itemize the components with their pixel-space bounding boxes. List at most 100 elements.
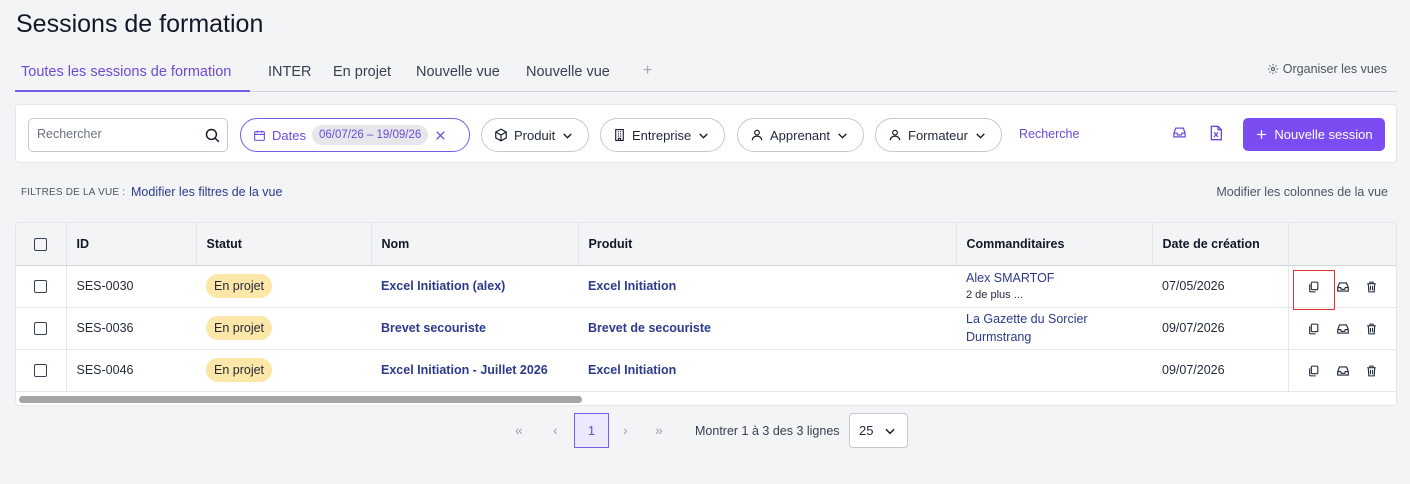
new-session-button[interactable]: Nouvelle session [1243,118,1385,151]
active-tab-indicator [15,90,250,92]
search-input[interactable] [37,127,197,141]
column-header-date-creation[interactable]: Date de création [1152,223,1289,266]
session-id: SES-0046 [66,349,196,392]
table-row: SES-0036 En projet Brevet secouriste Bre… [16,307,1396,350]
chevron-down-icon [563,132,572,139]
row-checkbox[interactable] [34,322,48,336]
row-select-cell [16,307,67,350]
column-header-commanditaires[interactable]: Commanditaires [956,223,1153,266]
organize-views-button[interactable]: Organiser les vues [1267,62,1387,76]
session-id: SES-0036 [66,307,196,350]
chevron-down-icon [699,132,709,139]
sponsors-cell: La Gazette du Sorcier Durmstrang [956,307,1152,350]
page-size-select[interactable]: 25 [849,413,908,448]
row-select-cell [16,265,67,308]
product-cell: Excel Initiation [578,349,956,392]
tab-nouvelle-vue-1[interactable]: Nouvelle vue [416,64,500,80]
inbox-icon[interactable] [1172,125,1187,140]
user-icon [751,129,763,141]
add-view-button[interactable]: + [643,62,652,80]
row-actions [1287,307,1396,350]
chevron-down-icon [885,428,896,434]
first-page-button[interactable]: « [515,422,523,438]
chevron-down-icon [976,132,985,139]
table-header-row: ID Statut Nom Produit Commanditaires Dat… [16,223,1396,266]
inbox-icon[interactable] [1336,364,1350,378]
pagination-info: Montrer 1 à 3 des 3 lignes [695,424,840,438]
formateur-filter-chip[interactable]: Formateur [875,118,1002,152]
gear-icon [1267,64,1278,74]
copy-icon[interactable] [1307,322,1320,336]
sponsor-link[interactable]: La Gazette du Sorcier [966,310,1152,328]
row-checkbox[interactable] [34,364,48,378]
sponsor-more-link[interactable]: 2 de plus ... [966,287,1152,303]
product-link[interactable]: Excel Initiation [588,279,676,293]
tab-en-projet[interactable]: En projet [333,64,391,80]
modify-view-columns-link[interactable]: Modifier les colonnes de la vue [1216,185,1388,199]
sponsor-link[interactable]: Durmstrang [966,328,1152,346]
select-all-checkbox[interactable] [34,237,48,251]
session-id: SES-0030 [66,265,196,308]
next-page-button[interactable]: › [623,422,628,438]
tab-nouvelle-vue-2[interactable]: Nouvelle vue [526,64,610,80]
pagination: « ‹ 1 › » Montrer 1 à 3 des 3 lignes 25 [0,413,1410,449]
excel-file-icon[interactable] [1209,125,1223,141]
copy-icon[interactable] [1307,364,1320,378]
calendar-icon [254,130,265,141]
trash-icon[interactable] [1365,322,1378,336]
row-actions [1287,265,1396,310]
session-name-link[interactable]: Excel Initiation (alex) [381,279,505,293]
session-name-cell: Excel Initiation - Juillet 2026 [371,349,578,392]
column-header-nom[interactable]: Nom [371,223,579,266]
produit-filter-label: Produit [514,127,556,143]
inbox-icon[interactable] [1336,322,1350,336]
page-title: Sessions de formation [16,10,264,38]
session-name-link[interactable]: Excel Initiation - Juillet 2026 [381,363,548,377]
trash-icon[interactable] [1365,280,1378,294]
organize-views-label: Organiser les vues [1282,62,1387,76]
column-header-statut[interactable]: Statut [196,223,372,266]
tab-toutes-les-sessions[interactable]: Toutes les sessions de formation [21,64,231,80]
horizontal-scrollbar[interactable] [19,396,582,403]
status-badge: En projet [206,358,273,382]
chevron-down-icon [838,132,847,139]
dates-filter-chip[interactable]: Dates 06/07/26 – 19/09/26 [240,118,470,152]
entreprise-filter-chip[interactable]: Entreprise [600,118,725,152]
formateur-filter-label: Formateur [908,127,968,143]
previous-page-button[interactable]: ‹ [553,422,558,438]
building-icon [615,129,624,141]
copy-icon[interactable] [1307,280,1320,294]
session-name-link[interactable]: Brevet secouriste [381,321,486,335]
recherche-link[interactable]: Recherche [1019,127,1079,141]
column-header-id[interactable]: ID [66,223,197,266]
tab-inter[interactable]: INTER [268,64,312,80]
entreprise-filter-label: Entreprise [632,127,692,143]
sponsor-link[interactable]: Alex SMARTOF [966,269,1152,287]
close-icon[interactable] [434,129,447,142]
creation-date: 09/07/2026 [1152,349,1288,392]
column-header-actions [1288,223,1396,266]
modify-view-filters-link[interactable]: Modifier les filtres de la vue [131,185,282,199]
cube-icon [495,128,507,142]
search-icon[interactable] [204,127,221,144]
status-badge: En projet [206,316,273,340]
product-link[interactable]: Brevet de secouriste [588,321,711,335]
filter-bar: Dates 06/07/26 – 19/09/26 Produit Entrep… [15,104,1397,163]
current-page-button[interactable]: 1 [574,413,609,448]
apprenant-filter-chip[interactable]: Apprenant [737,118,864,152]
column-header-produit[interactable]: Produit [578,223,957,266]
view-filters-label: FILTRES DE LA VUE : [21,187,126,198]
apprenant-filter-label: Apprenant [770,127,830,143]
produit-filter-chip[interactable]: Produit [481,118,589,152]
last-page-button[interactable]: » [655,422,663,438]
table-row: SES-0030 En projet Excel Initiation (ale… [16,265,1396,310]
table-row: SES-0046 En projet Excel Initiation - Ju… [16,349,1396,392]
trash-icon[interactable] [1365,364,1378,378]
row-checkbox[interactable] [34,280,48,294]
search-box [28,118,228,152]
inbox-icon[interactable] [1336,280,1350,294]
status-cell: En projet [196,265,371,308]
product-link[interactable]: Excel Initiation [588,363,676,377]
user-icon [889,129,901,141]
session-name-cell: Excel Initiation (alex) [371,265,578,308]
